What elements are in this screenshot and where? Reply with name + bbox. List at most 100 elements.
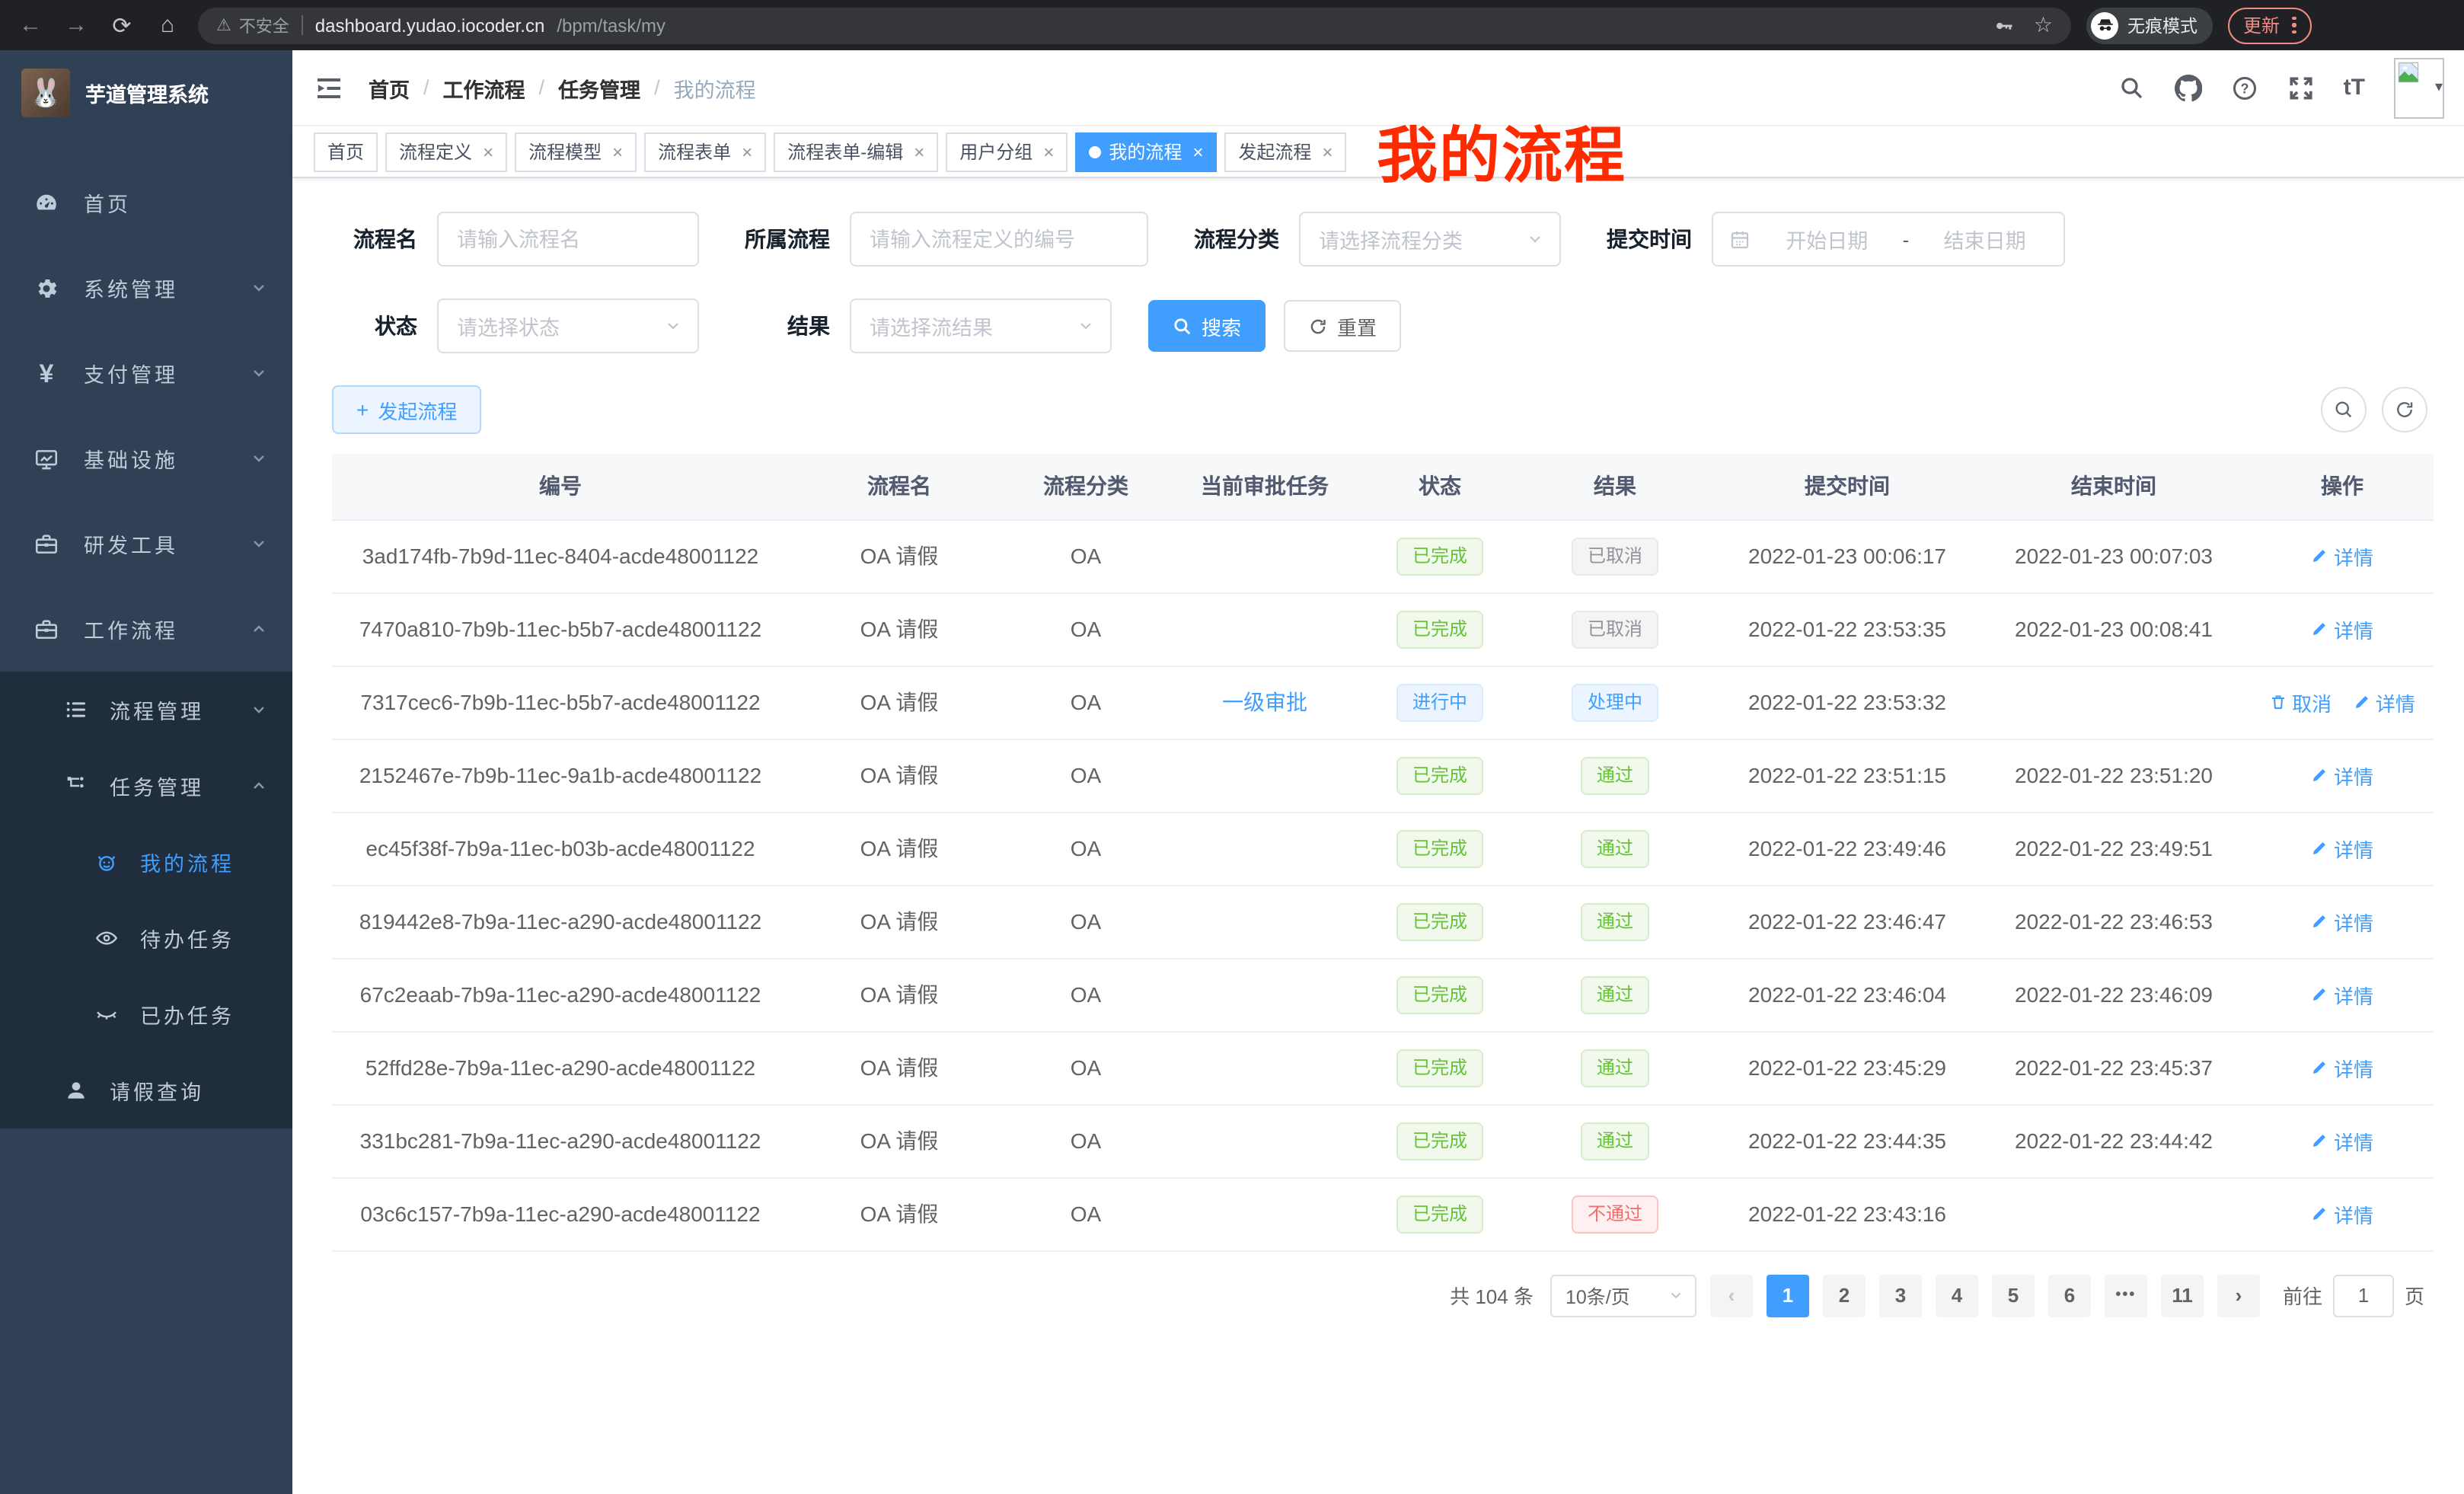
tab-home[interactable]: 首页 <box>314 132 378 171</box>
sidebar-item-task-management[interactable]: 任务管理 <box>0 748 292 824</box>
col-header-submit-time: 提交时间 <box>1718 454 1977 519</box>
page-button-11[interactable]: 11 <box>2161 1274 2204 1317</box>
help-icon[interactable]: ? <box>2231 74 2258 101</box>
password-key-icon[interactable] <box>1994 14 2016 36</box>
detail-link[interactable]: 详情 <box>2311 761 2373 790</box>
search-button[interactable]: 搜索 <box>1148 300 1266 352</box>
breadcrumb-home[interactable]: 首页 <box>369 72 410 103</box>
filter-name-label: 流程名 <box>332 224 417 254</box>
url-host[interactable]: dashboard.yudao.iocoder.cn <box>315 14 545 36</box>
detail-link[interactable]: 详情 <box>2311 1199 2373 1228</box>
page-button-4[interactable]: 4 <box>1936 1274 1978 1317</box>
close-icon[interactable]: × <box>1192 141 1203 162</box>
detail-link[interactable]: 详情 <box>2311 615 2373 643</box>
process-name-input[interactable] <box>437 212 699 267</box>
goto-page-input[interactable] <box>2333 1274 2394 1317</box>
close-icon[interactable]: × <box>483 141 493 162</box>
start-date-placeholder[interactable]: 开始日期 <box>1763 224 1891 254</box>
edit-icon <box>2311 620 2329 638</box>
toggle-search-button[interactable] <box>2321 387 2367 433</box>
detail-link[interactable]: 详情 <box>2353 688 2415 717</box>
col-header-name: 流程名 <box>789 454 1010 519</box>
not-secure-label[interactable]: 不安全 <box>239 13 289 37</box>
sidebar-item-payment[interactable]: ¥ 支付管理 <box>0 330 292 416</box>
tab-user-group[interactable]: 用户分组× <box>946 132 1068 171</box>
screenshot-viewport: ← → ⟳ ⌂ ⚠ 不安全 dashboard.yudao.iocoder.cn… <box>0 0 2464 1494</box>
page-button-6[interactable]: 6 <box>2048 1274 2091 1317</box>
page-size-select[interactable]: 10条/页 <box>1550 1274 1696 1317</box>
github-icon[interactable] <box>2175 74 2202 101</box>
page-button-3[interactable]: 3 <box>1879 1274 1922 1317</box>
sidebar-collapse-icon[interactable] <box>314 72 344 103</box>
tab-process-form-edit[interactable]: 流程表单-编辑× <box>774 132 938 171</box>
font-size-icon[interactable]: tT <box>2344 75 2365 101</box>
detail-link[interactable]: 详情 <box>2311 907 2373 936</box>
cell-category: OA <box>1010 812 1162 885</box>
sidebar-item-done-tasks[interactable]: 已办任务 <box>0 976 292 1052</box>
submit-time-range-picker[interactable]: 开始日期 - 结束日期 <box>1712 212 2065 267</box>
close-icon[interactable]: × <box>914 141 924 162</box>
end-date-placeholder[interactable]: 结束日期 <box>1921 224 2048 254</box>
sidebar-item-home[interactable]: 首页 <box>0 160 292 245</box>
cancel-link[interactable]: 取消 <box>2269 688 2332 717</box>
process-definition-input[interactable] <box>850 212 1148 267</box>
bookmark-star-icon[interactable]: ☆ <box>2034 12 2053 38</box>
breadcrumb-task-management[interactable]: 任务管理 <box>558 72 640 103</box>
sidebar-item-infrastructure[interactable]: 基础设施 <box>0 416 292 501</box>
detail-link[interactable]: 详情 <box>2311 1126 2373 1155</box>
detail-link[interactable]: 详情 <box>2311 541 2373 570</box>
prev-page-button[interactable]: ‹ <box>1710 1274 1753 1317</box>
start-process-button[interactable]: + 发起流程 <box>332 385 481 434</box>
tab-process-model[interactable]: 流程模型× <box>515 132 637 171</box>
address-bar[interactable]: ⚠ 不安全 dashboard.yudao.iocoder.cn /bpm/ta… <box>198 7 2071 43</box>
tab-my-process[interactable]: 我的流程× <box>1075 132 1217 171</box>
search-icon[interactable] <box>2118 74 2146 101</box>
url-path[interactable]: /bpm/task/my <box>557 14 665 36</box>
tab-process-definition[interactable]: 流程定义× <box>385 132 507 171</box>
update-label[interactable]: 更新 <box>2243 12 2280 38</box>
close-icon[interactable]: × <box>612 141 623 162</box>
page-button-2[interactable]: 2 <box>1823 1274 1866 1317</box>
browser-toolbar: ← → ⟳ ⌂ ⚠ 不安全 dashboard.yudao.iocoder.cn… <box>0 0 2464 50</box>
tab-process-form[interactable]: 流程表单× <box>644 132 766 171</box>
sidebar-item-process-management[interactable]: 流程管理 <box>0 672 292 748</box>
browser-update-button[interactable]: 更新 <box>2228 7 2311 43</box>
cell-category: OA <box>1010 592 1162 666</box>
next-page-button[interactable]: › <box>2217 1274 2260 1317</box>
cell-end-time: 2022-01-22 23:45:37 <box>1977 1031 2251 1104</box>
avatar-caret-down-icon[interactable]: ▾ <box>2435 78 2443 95</box>
browser-forward-icon[interactable]: → <box>61 12 91 38</box>
refresh-table-button[interactable] <box>2382 387 2427 433</box>
detail-link[interactable]: 详情 <box>2311 1053 2373 1082</box>
result-badge: 处理中 <box>1572 683 1658 721</box>
browser-reload-icon[interactable]: ⟳ <box>107 11 137 39</box>
process-category-select[interactable]: 请选择流程分类 <box>1299 212 1561 267</box>
cell-id: 7317cec6-7b9b-11ec-b5b7-acde48001122 <box>332 666 789 739</box>
detail-link[interactable]: 详情 <box>2311 980 2373 1009</box>
reset-button[interactable]: 重置 <box>1284 300 1401 352</box>
close-icon[interactable]: × <box>1043 141 1054 162</box>
page-button-1[interactable]: 1 <box>1767 1274 1809 1317</box>
sidebar-item-leave-query[interactable]: 请假查询 <box>0 1052 292 1128</box>
current-task-link[interactable]: 一级审批 <box>1222 690 1307 714</box>
fullscreen-icon[interactable] <box>2287 74 2315 101</box>
detail-link[interactable]: 详情 <box>2311 834 2373 863</box>
more-pages-button[interactable]: ••• <box>2105 1274 2147 1317</box>
breadcrumb-workflow[interactable]: 工作流程 <box>443 72 525 103</box>
close-icon[interactable]: × <box>742 141 752 162</box>
page-button-5[interactable]: 5 <box>1992 1274 2035 1317</box>
sidebar-item-my-process[interactable]: 我的流程 <box>0 824 292 900</box>
browser-home-icon[interactable]: ⌂ <box>152 12 183 38</box>
status-select[interactable]: 请选择状态 <box>437 298 699 353</box>
cell-id: 819442e8-7b9a-11ec-a290-acde48001122 <box>332 885 789 958</box>
result-select[interactable]: 请选择流结果 <box>850 298 1112 353</box>
sidebar-item-system[interactable]: 系统管理 <box>0 245 292 330</box>
close-icon[interactable]: × <box>1322 141 1333 162</box>
browser-back-icon[interactable]: ← <box>15 12 46 38</box>
browser-menu-icon[interactable] <box>2292 17 2296 34</box>
sidebar-item-workflow[interactable]: 工作流程 <box>0 586 292 672</box>
sidebar-item-devtools[interactable]: 研发工具 <box>0 501 292 586</box>
cell-submit-time: 2022-01-22 23:44:35 <box>1718 1104 1977 1177</box>
sidebar-item-todo-tasks[interactable]: 待办任务 <box>0 900 292 976</box>
tab-start-process[interactable]: 发起流程× <box>1224 132 1346 171</box>
